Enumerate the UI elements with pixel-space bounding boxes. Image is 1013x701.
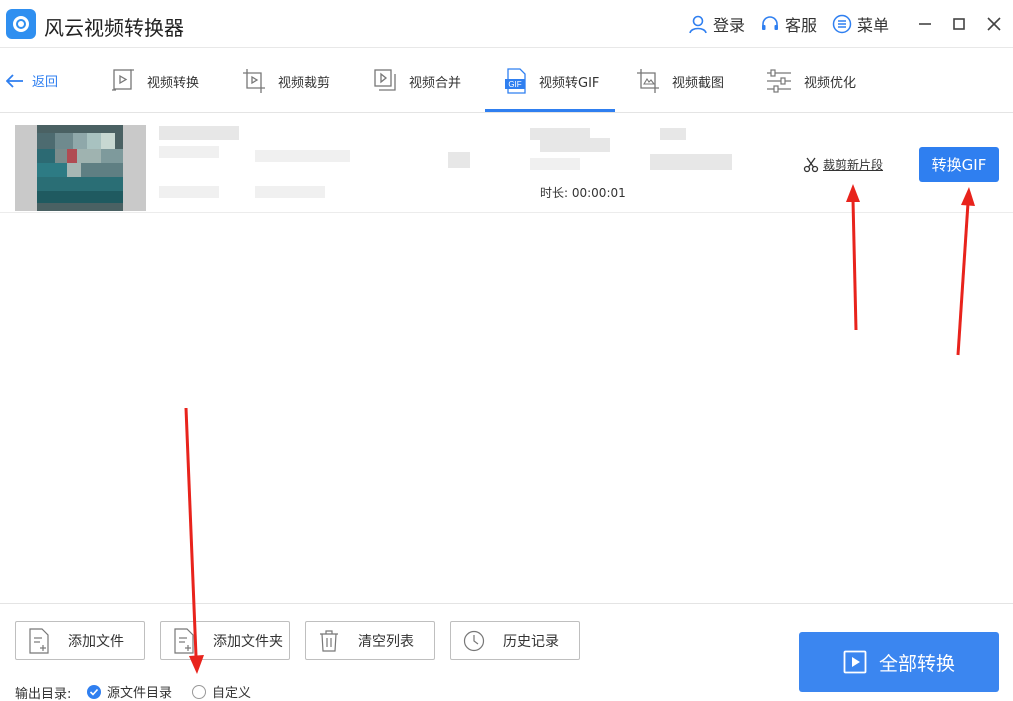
service-button[interactable]: 客服 <box>760 13 817 35</box>
history-button[interactable]: 历史记录 <box>450 621 580 660</box>
file-list-item[interactable]: 时长: 00:00:01 裁剪新片段 转换GIF <box>0 114 1013 213</box>
minimize-icon <box>919 23 931 25</box>
tab-video-to-gif[interactable]: GIF 视频转GIF <box>505 63 599 99</box>
svg-text:GIF: GIF <box>508 80 521 89</box>
add-file-button[interactable]: 添加文件 <box>15 621 145 660</box>
feature-tabs: 返回 视频转换 视频裁剪 视频合并 GIF 视频转GIF 视频截图 视频优化 <box>0 49 1013 113</box>
tab-label: 视频转GIF <box>539 75 600 91</box>
add-file-label: 添加文件 <box>68 633 124 650</box>
tab-label: 视频转换 <box>147 75 200 91</box>
blurred-info <box>448 152 470 168</box>
scissors-icon <box>803 157 819 172</box>
maximize-button[interactable] <box>947 12 971 36</box>
login-button[interactable]: 登录 <box>688 13 745 35</box>
tab-video-convert[interactable]: 视频转换 <box>111 63 199 99</box>
blurred-info <box>650 154 732 170</box>
history-label: 历史记录 <box>503 633 559 650</box>
video-crop-icon <box>243 69 265 93</box>
video-thumbnail <box>15 125 146 211</box>
menu-label: 菜单 <box>857 16 890 35</box>
tab-video-optimize[interactable]: 视频优化 <box>766 63 856 99</box>
gif-icon: GIF <box>505 68 526 94</box>
convert-gif-button[interactable]: 转换GIF <box>919 147 999 182</box>
clip-new-segment-link[interactable]: 裁剪新片段 <box>803 156 883 173</box>
output-directory-label: 输出目录: <box>15 687 72 701</box>
video-convert-icon <box>112 69 134 91</box>
play-icon <box>843 650 867 674</box>
title-bar: 风云视频转换器 登录 客服 菜单 <box>0 0 1013 48</box>
app-title: 风云视频转换器 <box>44 16 184 40</box>
menu-button[interactable]: 菜单 <box>832 13 889 35</box>
add-folder-icon <box>174 627 194 654</box>
close-button[interactable] <box>982 12 1006 36</box>
blurred-info <box>255 186 325 198</box>
back-button[interactable]: 返回 <box>6 71 58 90</box>
convert-all-label: 全部转换 <box>878 652 955 675</box>
login-label: 登录 <box>713 16 746 35</box>
tab-video-merge[interactable]: 视频合并 <box>373 63 461 99</box>
add-folder-button[interactable]: 添加文件夹 <box>160 621 290 660</box>
blurred-filename <box>159 126 239 140</box>
close-icon <box>987 17 1001 31</box>
tab-label: 视频优化 <box>804 75 857 91</box>
optimize-icon <box>767 69 791 93</box>
service-label: 客服 <box>785 16 818 35</box>
convert-all-button[interactable]: 全部转换 <box>799 632 999 692</box>
user-icon <box>689 15 707 34</box>
trash-icon <box>320 629 338 652</box>
custom-directory-option[interactable]: 自定义 <box>192 682 251 701</box>
clear-list-label: 清空列表 <box>358 633 414 650</box>
checked-radio-icon <box>87 684 101 699</box>
unchecked-radio-icon <box>192 684 206 699</box>
bottom-divider <box>0 603 1013 604</box>
blurred-info <box>540 138 610 152</box>
tab-video-screenshot[interactable]: 视频截图 <box>636 63 724 99</box>
blurred-info <box>530 158 580 170</box>
clip-link-label: 裁剪新片段 <box>823 158 884 172</box>
back-label: 返回 <box>32 75 59 90</box>
clock-icon <box>463 630 485 651</box>
blurred-info <box>159 146 219 158</box>
source-directory-option[interactable]: 源文件目录 <box>87 682 172 701</box>
option-label: 自定义 <box>212 686 252 701</box>
arrow-left-icon <box>6 73 23 88</box>
duration-label: 时长: 00:00:01 <box>540 186 626 200</box>
add-folder-label: 添加文件夹 <box>213 633 283 650</box>
screenshot-icon <box>637 69 659 93</box>
tab-video-crop[interactable]: 视频裁剪 <box>242 63 330 99</box>
clear-list-button[interactable]: 清空列表 <box>305 621 435 660</box>
app-logo <box>6 9 36 39</box>
tab-label: 视频合并 <box>409 75 462 91</box>
tab-label: 视频裁剪 <box>278 75 331 91</box>
video-merge-icon <box>374 69 396 91</box>
add-file-icon <box>29 627 49 654</box>
headset-icon <box>762 16 778 30</box>
menu-icon <box>832 14 852 34</box>
blurred-info <box>159 186 219 198</box>
active-tab-indicator <box>485 109 615 112</box>
maximize-icon <box>953 18 965 30</box>
blurred-info <box>255 150 350 162</box>
tab-label: 视频截图 <box>672 75 725 91</box>
blurred-info <box>660 128 686 140</box>
minimize-button[interactable] <box>913 12 937 36</box>
option-label: 源文件目录 <box>107 686 173 701</box>
